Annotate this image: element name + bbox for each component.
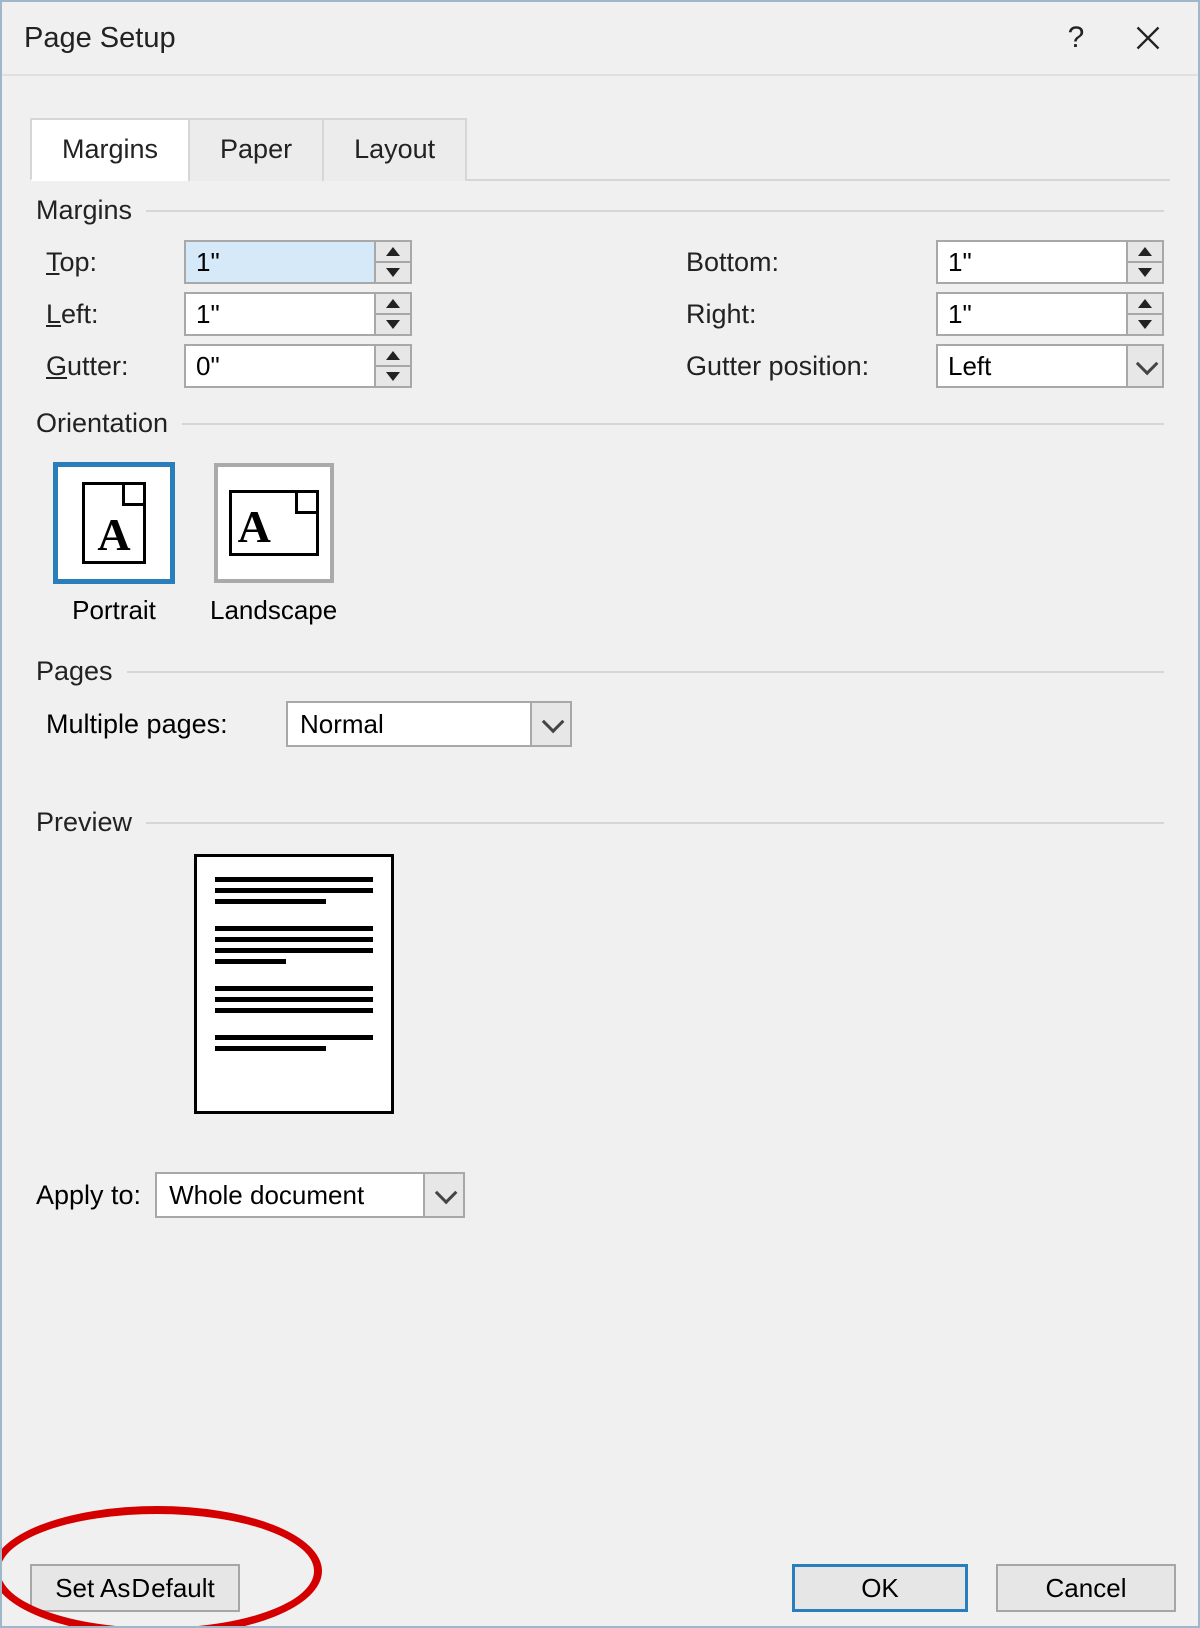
orientation-portrait-label: Portrait: [72, 595, 156, 626]
preview-page-icon: [194, 854, 394, 1114]
ok-button[interactable]: OK: [792, 1564, 968, 1612]
orientation-portrait[interactable]: A Portrait: [54, 463, 174, 626]
chevron-down-icon[interactable]: [1126, 346, 1162, 386]
input-right[interactable]: 1": [936, 292, 1164, 336]
chevron-down-icon[interactable]: [530, 703, 570, 745]
page-portrait-icon: A: [82, 482, 146, 564]
spin-down-icon[interactable]: [376, 365, 410, 386]
input-left-value[interactable]: 1": [186, 294, 374, 334]
section-pages: Pages Multiple pages: Normal: [36, 656, 1164, 747]
close-button[interactable]: [1112, 8, 1184, 68]
dialog-title: Page Setup: [24, 22, 1040, 55]
tab-margins[interactable]: Margins: [30, 118, 190, 181]
input-gutter[interactable]: 0": [184, 344, 412, 388]
select-gutter-position-value: Left: [938, 346, 1126, 386]
divider: [182, 423, 1164, 425]
spin-up-icon[interactable]: [376, 242, 410, 261]
cancel-button[interactable]: Cancel: [996, 1564, 1176, 1612]
divider: [146, 822, 1164, 824]
divider: [127, 671, 1164, 673]
orientation-landscape-label: Landscape: [210, 595, 337, 626]
apply-to-row: Apply to: Whole document: [30, 1172, 1170, 1218]
section-preview: Preview: [36, 807, 1164, 1114]
input-bottom-value[interactable]: 1": [938, 242, 1126, 282]
titlebar: Page Setup ?: [2, 2, 1198, 76]
label-right: Right:: [686, 299, 936, 330]
help-button[interactable]: ?: [1040, 8, 1112, 68]
select-gutter-position[interactable]: Left: [936, 344, 1164, 388]
section-margins: Margins Top: 1" Bottom: 1": [36, 195, 1164, 388]
orientation-section-label: Orientation: [36, 408, 168, 439]
select-multiple-pages-value: Normal: [288, 703, 530, 745]
select-apply-to[interactable]: Whole document: [155, 1172, 465, 1218]
label-top: Top:: [36, 247, 184, 278]
input-top[interactable]: 1": [184, 240, 412, 284]
section-orientation: Orientation A Portrait A Landscape: [36, 408, 1164, 636]
close-icon: [1134, 24, 1162, 52]
label-gutter: Gutter:: [36, 351, 184, 382]
select-apply-to-value: Whole document: [157, 1174, 423, 1216]
input-gutter-value[interactable]: 0": [186, 346, 374, 386]
orientation-landscape[interactable]: A Landscape: [210, 463, 337, 626]
spin-down-icon[interactable]: [1128, 261, 1162, 282]
tab-layout[interactable]: Layout: [322, 118, 467, 181]
spin-up-icon[interactable]: [376, 294, 410, 313]
page-landscape-icon: A: [229, 490, 319, 556]
page-setup-dialog: Page Setup ? Margins Paper Layout Margin…: [0, 0, 1200, 1628]
label-bottom: Bottom:: [686, 247, 936, 278]
spin-up-icon[interactable]: [376, 346, 410, 365]
spin-down-icon[interactable]: [376, 261, 410, 282]
spin-up-icon[interactable]: [1128, 242, 1162, 261]
spin-down-icon[interactable]: [376, 313, 410, 334]
tab-bar: Margins Paper Layout: [30, 116, 1170, 181]
spin-up-icon[interactable]: [1128, 294, 1162, 313]
tab-paper[interactable]: Paper: [188, 118, 324, 181]
label-left: Left:: [36, 299, 184, 330]
label-gutter-position: Gutter position:: [686, 351, 936, 382]
pages-section-label: Pages: [36, 656, 113, 687]
dialog-footer: Set As Default OK Cancel: [30, 1564, 1176, 1612]
divider: [146, 210, 1164, 212]
input-bottom[interactable]: 1": [936, 240, 1164, 284]
spin-down-icon[interactable]: [1128, 313, 1162, 334]
margins-section-label: Margins: [36, 195, 132, 226]
label-apply-to: Apply to:: [36, 1180, 141, 1211]
chevron-down-icon[interactable]: [423, 1174, 463, 1216]
set-as-default-button[interactable]: Set As Default: [30, 1564, 240, 1612]
preview-section-label: Preview: [36, 807, 132, 838]
label-multiple-pages: Multiple pages:: [46, 709, 286, 740]
input-left[interactable]: 1": [184, 292, 412, 336]
input-top-value[interactable]: 1": [186, 242, 374, 282]
select-multiple-pages[interactable]: Normal: [286, 701, 572, 747]
input-right-value[interactable]: 1": [938, 294, 1126, 334]
